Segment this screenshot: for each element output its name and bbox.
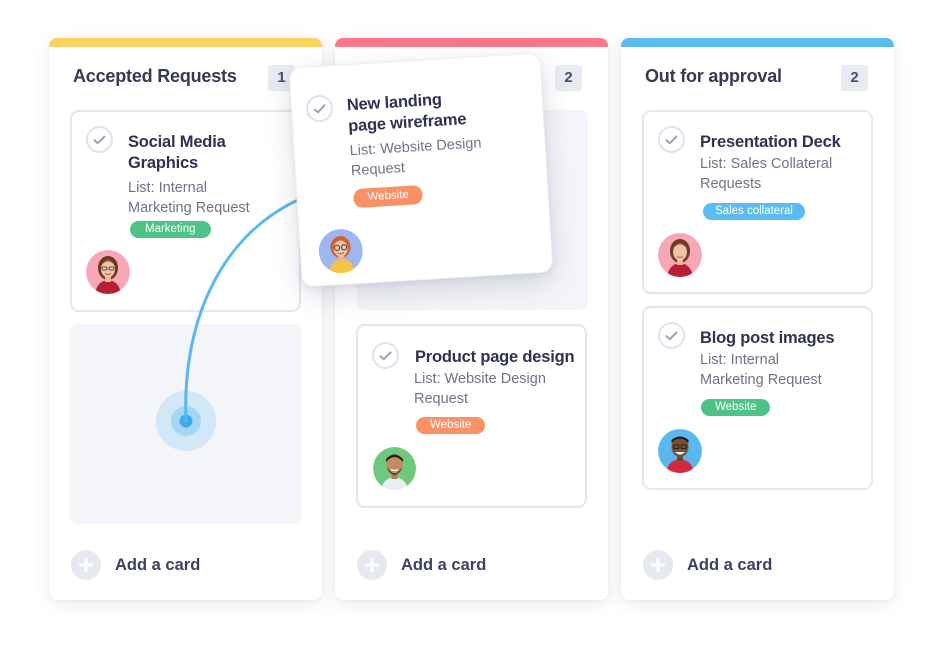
avatar (373, 447, 416, 490)
card-product-page-design[interactable]: Product page design List: Website Design… (356, 324, 587, 508)
column-title: Out for approval (645, 66, 782, 86)
avatar (86, 250, 130, 294)
check-circle-icon[interactable] (305, 94, 334, 123)
column-count-badge: 2 (841, 65, 868, 91)
avatar (658, 233, 702, 277)
add-card-label: Add a card (115, 555, 201, 574)
add-card-button[interactable]: Add a card (357, 550, 486, 580)
add-card-button[interactable]: Add a card (71, 550, 200, 580)
card-presentation-deck[interactable]: Presentation Deck List: Sales Collateral… (642, 110, 873, 294)
card-list-name: List: Internal Marketing Request (128, 180, 250, 216)
card-title: Blog post images (700, 329, 835, 347)
tag-badge: Website (353, 184, 424, 209)
plus-circle-icon (71, 550, 101, 580)
card-title: New landing page wireframe (346, 90, 467, 136)
check-circle-icon[interactable] (658, 126, 685, 153)
add-card-label: Add a card (401, 555, 487, 574)
dragging-card-new-landing-page[interactable]: New landing page wireframe List: Website… (288, 52, 554, 288)
column-color-bar (621, 38, 894, 47)
card-blog-post-images[interactable]: Blog post images List: Internal Marketin… (642, 306, 873, 490)
column-out-for-approval: Out for approval 2 Presentation Deck Lis… (621, 38, 894, 600)
add-card-button[interactable]: Add a card (643, 550, 772, 580)
column-color-bar (335, 38, 608, 47)
card-list-name: List: Website Design Request (414, 371, 546, 407)
card-list-name: List: Internal Marketing Request (700, 352, 822, 388)
check-circle-icon[interactable] (372, 342, 399, 369)
card-social-media-graphics[interactable]: Social Media Graphics List: Internal Mar… (70, 110, 301, 312)
tag-badge: Website (701, 399, 771, 416)
column-color-bar (49, 38, 322, 47)
avatar (658, 429, 702, 473)
plus-circle-icon (643, 550, 673, 580)
card-title: Presentation Deck (700, 133, 841, 151)
avatar (317, 228, 364, 275)
check-circle-icon[interactable] (658, 322, 685, 349)
card-title: Product page design (415, 348, 575, 366)
drop-zone-placeholder[interactable] (70, 324, 301, 524)
column-title: Accepted Requests (73, 66, 237, 86)
card-list-name: List: Sales Collateral Requests (700, 156, 833, 192)
tag-badge: Website (416, 417, 486, 434)
plus-circle-icon (357, 550, 387, 580)
check-circle-icon[interactable] (86, 126, 113, 153)
card-title: Social Media Graphics (128, 133, 226, 172)
card-list-name: List: Website Design Request (349, 135, 482, 180)
tag-badge: Sales collateral (703, 203, 805, 220)
tag-badge: Marketing (130, 221, 211, 238)
column-accepted-requests: Accepted Requests 1 Social Media Graphic… (49, 38, 322, 600)
add-card-label: Add a card (687, 555, 773, 574)
column-count-badge: 2 (555, 65, 582, 91)
